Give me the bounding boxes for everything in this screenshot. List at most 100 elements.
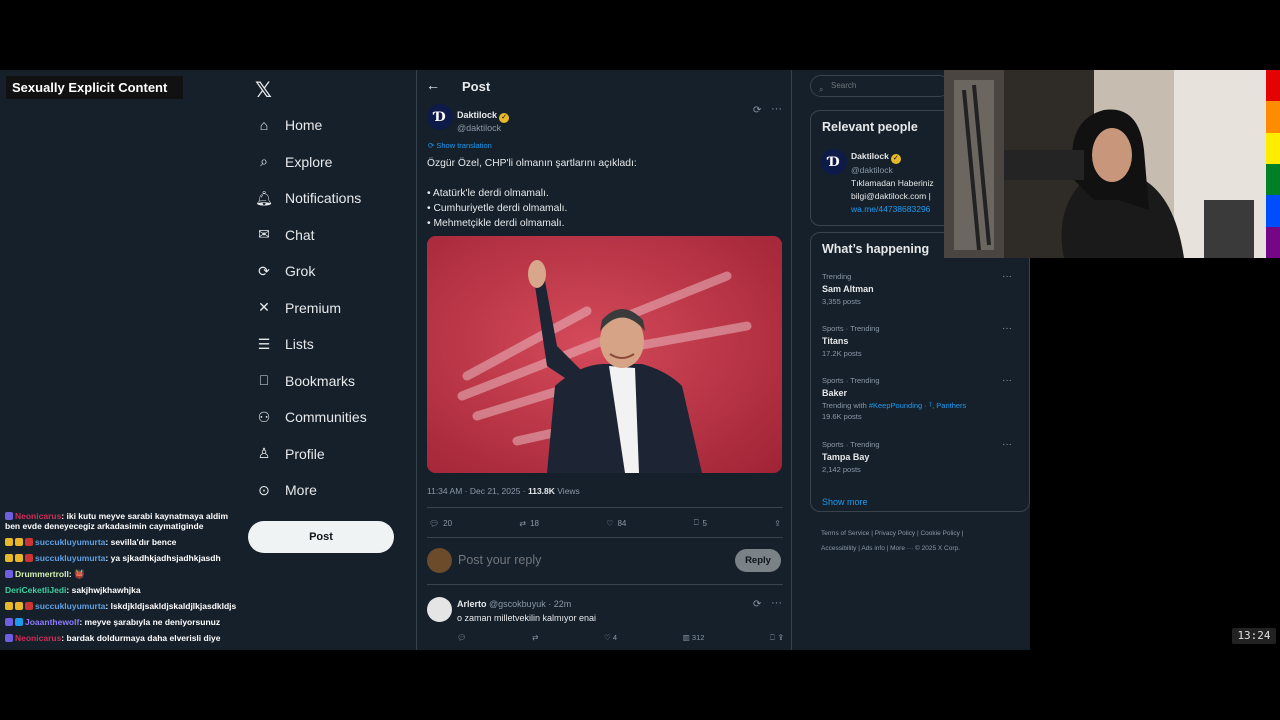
views-action[interactable]: ▥ 312 [683, 633, 705, 643]
chat-badge-icon [25, 602, 33, 610]
share-icon: ⇪ [774, 518, 781, 528]
nav-item-explore[interactable]: ⌕ Explore [254, 147, 332, 177]
own-avatar [427, 548, 452, 573]
stream-chat-pane: Sexually Explicit Content Neonicarus: ik… [0, 70, 245, 650]
repost-action[interactable]: ⇄ 18 [519, 515, 539, 531]
x-icon: ✕ [258, 299, 270, 315]
more-options-icon[interactable]: ··· [1002, 439, 1012, 450]
more-options-icon[interactable]: ··· [771, 103, 782, 115]
nav-item-label: More [285, 482, 317, 498]
grok-icon: ⟳ [258, 262, 270, 279]
chat-badge-icon [15, 538, 23, 546]
trend-posts: 19.6K posts [822, 412, 862, 421]
nav-item-label: Notifications [285, 190, 362, 206]
nav-item-label: Premium [285, 299, 342, 316]
heart-icon: ♡ [606, 518, 614, 528]
bookmark-share-icons[interactable]: ⎕ ⇪ [770, 633, 783, 643]
author-info: Daktilock ✓ @daktilock [457, 105, 510, 133]
bookmark-action[interactable]: ⎕ 5 [694, 515, 707, 531]
person-bio-link[interactable]: wa.me/44738683296 [851, 203, 934, 216]
x-logo-icon[interactable]: 𝕏 [255, 78, 272, 102]
post-detail-column: ← Post Ɗ Daktilock ✓ @daktilock ⟳ ··· ⟳ S… [416, 70, 792, 650]
footer-line[interactable]: Terms of Service | Privacy Policy | Cook… [821, 526, 1021, 541]
more-options-icon[interactable]: ··· [1002, 375, 1012, 386]
repost-icon[interactable]: ⇄ [532, 633, 538, 643]
trend-item[interactable]: Trending Sam Altman 3,355 posts ··· [822, 271, 1022, 307]
nav-item-more[interactable]: ⊙ More [254, 475, 317, 505]
bookmark-icon: ⎕ [693, 518, 699, 527]
trend-name: Sam Altman [822, 284, 874, 294]
home-icon: ⌂ [259, 117, 269, 133]
chat-username[interactable]: Neonicarus [15, 511, 61, 521]
reply-action[interactable]: 💬︎ 20 [429, 515, 452, 531]
trend-category: Trending [822, 272, 852, 281]
chat-username[interactable]: Joaanthewolf [25, 617, 79, 627]
list-icon: ☰ [257, 335, 271, 352]
person-icon: ♙ [257, 445, 271, 461]
nav-item-grok[interactable]: ⟳ Grok [254, 256, 315, 286]
commenter-avatar[interactable] [427, 597, 452, 622]
chat-username[interactable]: Drummertroll [15, 569, 69, 579]
chat-username[interactable]: DeriCeketliJedi [5, 585, 66, 595]
person-name[interactable]: Daktilock [851, 151, 889, 161]
trend-with-links[interactable]: #KeepPounding · ᵀ, Panthers [869, 401, 966, 410]
heart-icon[interactable]: ♡ 4 [604, 633, 617, 643]
page-title: Post [462, 79, 491, 94]
post-button[interactable]: Post [248, 521, 394, 553]
nav-item-profile[interactable]: ♙ Profile [254, 439, 325, 469]
nav-item-home[interactable]: ⌂ Home [254, 110, 323, 140]
trend-item[interactable]: Sports · Trending Tampa Bay 2,142 posts ··· [822, 439, 1022, 475]
bookmark-icon: ⎕ [259, 372, 269, 388]
search-icon: ⌕ [819, 85, 824, 94]
nav-item-notifications[interactable]: 🔔︎ Notifications [254, 183, 361, 213]
more-options-icon[interactable]: ··· [1002, 271, 1012, 282]
commenter-name[interactable]: Arlerto [457, 599, 487, 609]
chat-badge-icon [5, 634, 13, 642]
nav-item-bookmarks[interactable]: ⎕ Bookmarks [254, 366, 355, 396]
nav-item-label: Profile [285, 445, 325, 462]
trend-item[interactable]: Sports · Trending Titans 17.2K posts ··· [822, 323, 1022, 359]
more-options-icon[interactable]: ··· [771, 597, 782, 609]
person-handle[interactable]: @daktilock [851, 164, 934, 177]
chat-badge-icon [15, 618, 23, 626]
grok-icon[interactable]: ⟳ [753, 105, 761, 116]
whats-happening-panel: What’s happening Trending Sam Altman 3,355… [810, 232, 1030, 512]
nav-item-label: Grok [285, 263, 316, 279]
author-handle[interactable]: @daktilock [457, 123, 509, 133]
nav-item-communities[interactable]: ⚇ Communities [254, 402, 367, 432]
flag-stripe [1266, 226, 1280, 258]
show-translation-link[interactable]: ⟳ Show translation [428, 141, 492, 150]
trend-item[interactable]: Sports · Trending Baker Trending with #Kee… [822, 375, 1022, 422]
trend-with: Trending with #KeepPounding · ᵀ, Panther… [822, 401, 967, 410]
more-options-icon[interactable]: ··· [1002, 323, 1012, 334]
verified-badge-icon: ✓ [499, 113, 510, 123]
search-input[interactable]: ⌕ Search [810, 75, 950, 97]
chat-username[interactable]: succukluyumurta [35, 553, 105, 563]
chat-text: sevilla'dır bence [110, 537, 177, 547]
nav-item-premium[interactable]: ✕ Premium [254, 293, 341, 323]
grok-icon[interactable]: ⟳ [753, 599, 761, 610]
back-arrow-icon[interactable]: ← [426, 77, 440, 93]
footer-links: Terms of Service | Privacy Policy | Cook… [821, 526, 1021, 556]
footer-line[interactable]: Accessibility | Ads info | More ··· © 20… [821, 541, 1021, 556]
commenter-handle[interactable]: @gscokbuyuk · 22m [489, 599, 571, 609]
reply-input[interactable]: Post your reply [458, 553, 541, 567]
reply-icon[interactable]: 💬︎ [457, 633, 467, 643]
person-info: Daktilock ✓ @daktilock Tıklamadan Haberin… [851, 150, 934, 216]
person-avatar[interactable]: Ɗ [821, 149, 847, 175]
like-action[interactable]: ♡ 84 [606, 515, 626, 531]
chat-username[interactable]: Neonicarus [15, 633, 61, 643]
nav-item-chat[interactable]: ✉ Chat [254, 220, 314, 250]
chat-username[interactable]: succukluyumurta [35, 601, 105, 611]
flag-stripe [1266, 70, 1280, 102]
verified-badge-icon: ✓ [890, 154, 901, 164]
reply-button[interactable]: Reply [735, 549, 781, 572]
author-avatar[interactable]: Ɗ [427, 104, 453, 130]
nav-item-lists[interactable]: ☰ Lists [254, 329, 314, 359]
chat-username[interactable]: succukluyumurta [35, 537, 105, 547]
show-more-link[interactable]: Show more [822, 497, 868, 507]
flag-stripe [1266, 163, 1280, 196]
tweet-photo[interactable] [427, 236, 782, 473]
share-action[interactable]: ⇪ [774, 515, 781, 531]
author-name[interactable]: Daktilock [457, 110, 497, 120]
